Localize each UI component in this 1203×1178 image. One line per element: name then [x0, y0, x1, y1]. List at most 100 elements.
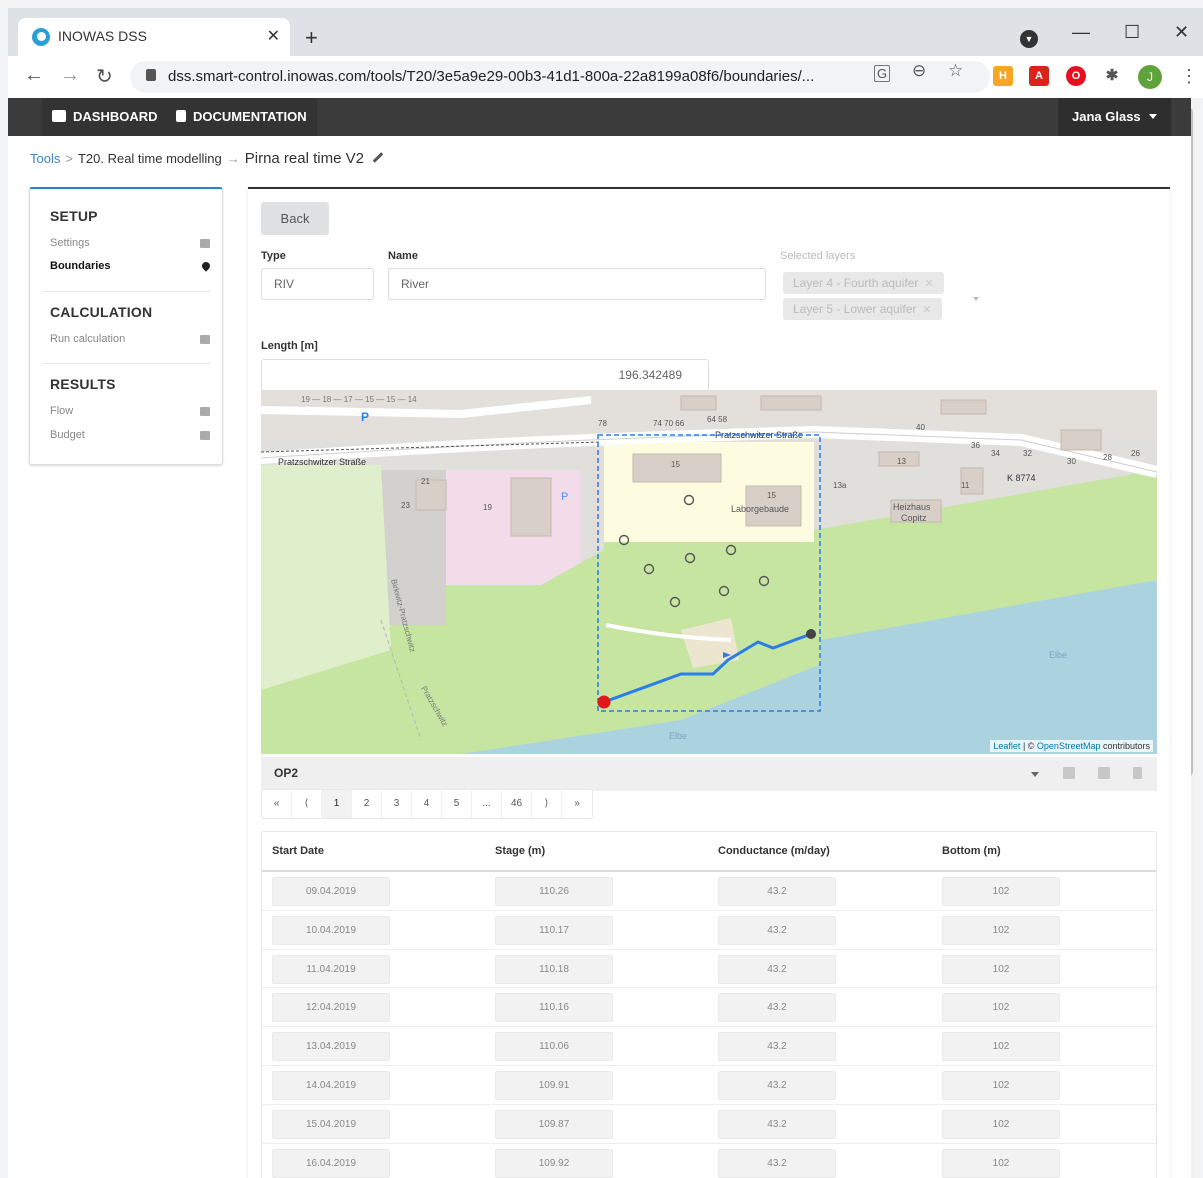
back-arrow-icon[interactable]: ← [24, 64, 44, 87]
window-close-button[interactable]: ✕ [1174, 22, 1189, 43]
page-button-4[interactable]: 4 [412, 790, 442, 818]
breadcrumb-tools[interactable]: Tools [30, 151, 60, 166]
user-menu[interactable]: Jana Glass [1058, 98, 1171, 136]
conductance-cell[interactable]: 43.2 [718, 1070, 836, 1100]
bottom-cell[interactable]: 102 [942, 1032, 1060, 1062]
layer-chip[interactable]: Layer 4 - Fourth aquifer ✕ [783, 272, 944, 294]
river-end-point-icon[interactable] [806, 629, 816, 639]
start-date-cell[interactable]: 12.04.2019 [272, 993, 390, 1023]
reload-icon[interactable]: ↻ [96, 64, 113, 89]
bottom-cell[interactable]: 102 [942, 915, 1060, 945]
conductance-cell[interactable]: 43.2 [718, 1148, 836, 1178]
observation-point-dropdown-icon[interactable] [1031, 772, 1039, 777]
stage-cell[interactable]: 110.16 [495, 993, 613, 1023]
back-button[interactable]: Back [261, 202, 329, 235]
nav-dashboard[interactable]: DASHBOARD [42, 98, 168, 136]
sidebar-item-boundaries[interactable]: Boundaries [50, 260, 212, 272]
start-date-cell[interactable]: 16.04.2019 [272, 1148, 390, 1178]
conductance-cell[interactable]: 43.2 [718, 1032, 836, 1062]
page-button-2[interactable]: 2 [352, 790, 382, 818]
layers-dropdown-caret-icon[interactable] [973, 297, 979, 301]
page-button-5[interactable]: 5 [442, 790, 472, 818]
page-button-46[interactable]: 46 [502, 790, 532, 818]
start-date-cell[interactable]: 15.04.2019 [272, 1109, 390, 1139]
clone-icon[interactable] [1098, 767, 1110, 779]
page-last-button[interactable]: » [562, 790, 592, 818]
bottom-cell[interactable]: 102 [942, 1148, 1060, 1178]
boundary-map[interactable]: 19 — 18 — 17 — 15 — 15 — 14 P P Pratzsch… [261, 390, 1157, 754]
nav-documentation[interactable]: DOCUMENTATION [166, 98, 317, 136]
start-date-cell[interactable]: 10.04.2019 [272, 915, 390, 945]
url-input[interactable]: dss.smart-control.inowas.com/tools/T20/3… [130, 61, 990, 93]
page-first-button[interactable]: « [262, 790, 292, 818]
column-header-conductance[interactable]: Conductance (m/day) [718, 845, 830, 857]
page-next-button[interactable]: ⟩ [532, 790, 562, 818]
remove-chip-icon[interactable]: ✕ [922, 304, 931, 316]
page-button-3[interactable]: 3 [382, 790, 412, 818]
trash-icon[interactable] [1133, 767, 1142, 779]
pdf-extension-icon[interactable]: A [1029, 66, 1049, 86]
browser-menu-icon[interactable]: ⋮ [1180, 66, 1198, 87]
conductance-cell[interactable]: 43.2 [718, 954, 836, 984]
page-button-1[interactable]: 1 [322, 790, 352, 818]
start-date-cell[interactable]: 14.04.2019 [272, 1070, 390, 1100]
river-start-point-icon[interactable] [597, 695, 611, 709]
layer-chip[interactable]: Layer 5 - Lower aquifer ✕ [783, 298, 942, 320]
window-minimize-button[interactable]: — [1072, 22, 1090, 43]
conductance-cell[interactable]: 43.2 [718, 915, 836, 945]
profile-avatar[interactable]: J [1138, 65, 1162, 89]
sidebar-item-settings[interactable]: Settings [50, 237, 210, 249]
page-prev-button[interactable]: ⟨ [292, 790, 322, 818]
extensions-puzzle-icon[interactable]: ✱ [1102, 66, 1122, 86]
stage-cell[interactable]: 109.91 [495, 1070, 613, 1100]
tab-close-icon[interactable]: ✕ [267, 26, 280, 46]
start-date-cell[interactable]: 13.04.2019 [272, 1032, 390, 1062]
new-tab-button[interactable]: + [305, 25, 318, 51]
window-maximize-button[interactable]: ☐ [1124, 22, 1140, 43]
column-header-start-date[interactable]: Start Date [272, 845, 324, 857]
bottom-cell[interactable]: 102 [942, 993, 1060, 1023]
conductance-cell[interactable]: 43.2 [718, 877, 836, 906]
sidebar-item-flow[interactable]: Flow [50, 405, 210, 417]
bottom-cell[interactable]: 102 [942, 1070, 1060, 1100]
nav-documentation-label: DOCUMENTATION [193, 109, 307, 124]
bottom-cell[interactable]: 102 [942, 877, 1060, 906]
stage-cell[interactable]: 109.87 [495, 1109, 613, 1139]
url-text: dss.smart-control.inowas.com/tools/T20/3… [168, 68, 815, 85]
leaflet-link[interactable]: Leaflet [993, 741, 1020, 751]
download-icon[interactable]: ▼ [1020, 30, 1038, 48]
start-date-cell[interactable]: 09.04.2019 [272, 877, 390, 906]
osm-link[interactable]: OpenStreetMap [1037, 741, 1101, 751]
stage-cell[interactable]: 110.06 [495, 1032, 613, 1062]
sidebar-item-label: Budget [50, 429, 85, 441]
name-field[interactable]: River [388, 268, 766, 300]
sidebar-item-budget[interactable]: Budget [50, 429, 210, 441]
bottom-cell[interactable]: 102 [942, 954, 1060, 984]
stage-cell[interactable]: 110.26 [495, 877, 613, 906]
bookmark-star-icon[interactable]: ☆ [948, 61, 963, 81]
browser-tab[interactable]: INOWAS DSS ✕ [18, 18, 290, 56]
column-header-stage[interactable]: Stage (m) [495, 845, 545, 857]
table-row: 14.04.2019 109.91 43.2 102 [262, 1066, 1156, 1105]
start-date-cell[interactable]: 11.04.2019 [272, 954, 390, 984]
column-header-bottom[interactable]: Bottom (m) [942, 845, 1001, 857]
tool-sidebar: SETUP Settings Boundaries CALCULATION Ru… [29, 187, 223, 465]
remove-chip-icon[interactable]: ✕ [924, 278, 933, 290]
edit-icon[interactable] [1063, 767, 1075, 779]
length-field[interactable]: 196.342489 [261, 359, 709, 391]
stage-cell[interactable]: 109.92 [495, 1148, 613, 1178]
edit-pencil-icon[interactable] [372, 152, 384, 163]
forward-arrow-icon[interactable]: → [60, 64, 80, 87]
bottom-cell[interactable]: 102 [942, 1109, 1060, 1139]
extension-h-icon[interactable]: H [993, 66, 1013, 86]
type-field[interactable]: RIV [261, 268, 374, 300]
translate-icon[interactable]: G [874, 65, 891, 82]
zoom-icon[interactable]: ⊖ [912, 61, 926, 81]
stage-cell[interactable]: 110.18 [495, 954, 613, 984]
sidebar-item-run-calculation[interactable]: Run calculation [50, 333, 210, 345]
conductance-cell[interactable]: 43.2 [718, 993, 836, 1023]
map-tiles[interactable]: 19 — 18 — 17 — 15 — 15 — 14 P P Pratzsch… [261, 390, 1157, 754]
conductance-cell[interactable]: 43.2 [718, 1109, 836, 1139]
opera-extension-icon[interactable]: O [1066, 66, 1086, 86]
stage-cell[interactable]: 110.17 [495, 915, 613, 945]
